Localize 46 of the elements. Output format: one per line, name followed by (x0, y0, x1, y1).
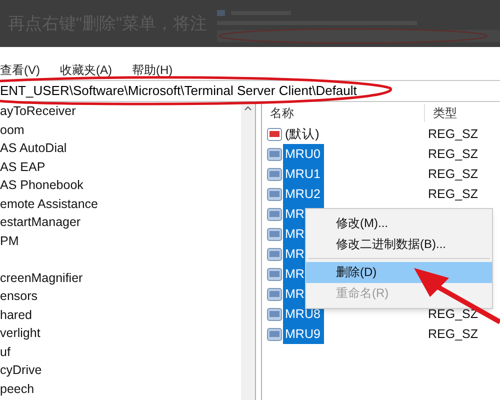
tree-item[interactable]: emote Assistance (0, 194, 98, 213)
value-type: REG_SZ (428, 146, 478, 163)
value-name[interactable]: MRU1 (283, 164, 324, 184)
string-value-icon (267, 188, 282, 200)
tree-item[interactable]: ayToReceiver (0, 102, 76, 120)
context-menu-item[interactable]: 删除(D) (306, 262, 492, 283)
tree-item[interactable]: AS AutoDial (0, 139, 67, 158)
tree-item[interactable]: verlight (0, 324, 40, 342)
string-value-icon (267, 148, 282, 160)
menu-item[interactable]: 收藏夹(A) (60, 60, 112, 78)
value-type: REG_SZ (428, 166, 478, 183)
string-value-icon (267, 168, 282, 180)
string-value-icon (267, 208, 282, 220)
value-type: REG_SZ (428, 126, 478, 143)
scrollbar[interactable] (241, 102, 255, 400)
value-type: REG_SZ (428, 186, 478, 203)
tree-item[interactable]: oom (0, 120, 24, 139)
tree-item[interactable]: uf (0, 342, 10, 361)
tree-item[interactable]: estartManager (0, 213, 81, 232)
value-name[interactable]: MRU0 (283, 144, 324, 164)
tree-item[interactable]: hared (0, 306, 32, 324)
string-value-icon (267, 248, 282, 260)
column-header[interactable]: 类型 (425, 104, 457, 122)
column-header[interactable]: 名称 (262, 104, 425, 122)
tree-item[interactable]: creenMagnifier (0, 268, 83, 287)
tree-item[interactable]: AS EAP (0, 158, 46, 176)
tree-item[interactable]: peech (0, 380, 34, 398)
scroll-up-icon[interactable] (244, 106, 252, 111)
string-value-icon (267, 228, 282, 240)
value-name[interactable]: MRU9 (283, 324, 324, 344)
tree-item[interactable]: cyDrive (0, 361, 42, 380)
address-field[interactable]: ENT_USER\Software\Microsoft\Terminal Server Client\Default (0, 81, 357, 101)
menu-item[interactable]: 查看(V) (0, 60, 40, 78)
string-value-icon (267, 268, 282, 280)
tree-item[interactable]: PM (0, 232, 19, 250)
tree-item[interactable]: AS Phonebook (0, 176, 84, 194)
value-name[interactable]: MRU2 (283, 184, 324, 204)
string-value-icon (267, 288, 282, 300)
string-value-icon (267, 328, 282, 340)
string-value-icon (267, 128, 282, 140)
tree-item[interactable]: ensors (0, 287, 38, 306)
value-name[interactable]: (默认) (283, 124, 324, 144)
value-type: REG_SZ (428, 326, 478, 343)
menu-item[interactable]: 帮助(H) (132, 60, 173, 78)
string-value-icon (267, 308, 282, 320)
value-type: REG_SZ (428, 306, 478, 323)
